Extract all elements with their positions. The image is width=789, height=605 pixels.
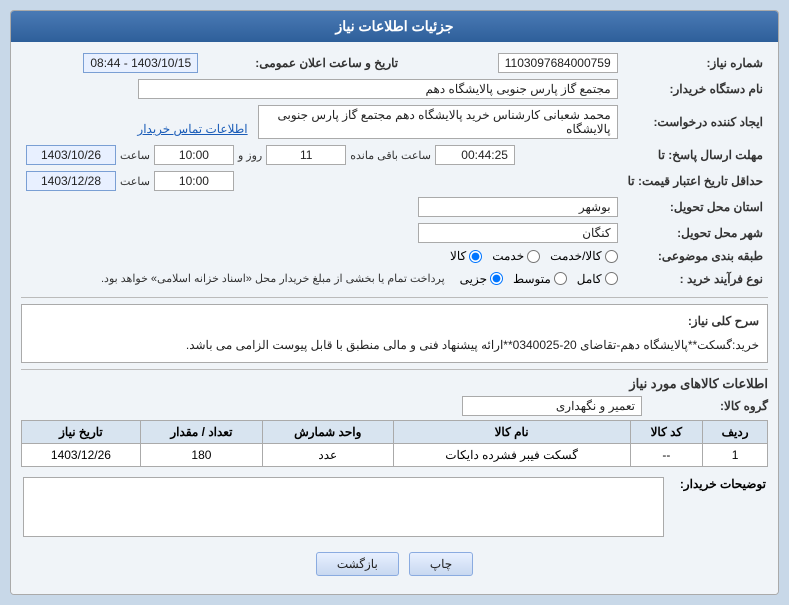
tabaqe-kala[interactable]: کالا bbox=[450, 249, 482, 263]
navoe-jozi[interactable]: جزیی bbox=[460, 272, 503, 286]
hadag-saat-value: 10:00 bbox=[154, 171, 234, 191]
tarikh-label: تاریخ و ساعت اعلان عمومی: bbox=[203, 50, 403, 76]
shomare-niaz-value: 1103097684000759 bbox=[498, 53, 618, 73]
sarj-title: سرح کلی نیاز: bbox=[30, 311, 759, 331]
row-tarikh: 1403/12/26 bbox=[22, 443, 141, 466]
tabaqe-group: کالا/خدمت خدمت کالا bbox=[26, 249, 618, 263]
roz-label: روز و bbox=[238, 149, 262, 162]
divider-1 bbox=[21, 297, 768, 298]
baqi-label: ساعت باقی مانده bbox=[350, 149, 431, 162]
shahr-label: شهر محل تحویل: bbox=[623, 220, 768, 246]
tozih-textarea[interactable] bbox=[23, 477, 664, 537]
tabaqe-khidmat[interactable]: خدمت bbox=[492, 249, 540, 263]
back-button[interactable]: بازگشت bbox=[316, 552, 399, 576]
tozih-section: توضیحات خریدار: bbox=[21, 475, 768, 542]
page-title: جزئیات اطلاعات نیاز bbox=[11, 11, 778, 42]
items-title: اطلاعات کالاهای مورد نیاز bbox=[21, 376, 768, 392]
col-tedaad: تعداد / مقدار bbox=[140, 420, 262, 443]
col-tarikh: تاریخ نیاز bbox=[22, 420, 141, 443]
shahr-value: کنگان bbox=[418, 223, 618, 243]
table-row: 1 -- گسکت فیبر فشرده دایکات عدد 180 1403… bbox=[22, 443, 768, 466]
radio-motevaset[interactable] bbox=[554, 272, 567, 285]
col-vahed: واحد شمارش bbox=[262, 420, 393, 443]
row-vahed: عدد bbox=[262, 443, 393, 466]
navoe-farayand-label: نوع فرآیند خرید : bbox=[623, 266, 768, 291]
row-tedaad: 180 bbox=[140, 443, 262, 466]
nam-dastgah-label: نام دستگاه خریدار: bbox=[623, 76, 768, 102]
col-radif: ردیف bbox=[703, 420, 768, 443]
hadag-tarikh-value: 1403/12/28 bbox=[26, 171, 116, 191]
items-table: ردیف کد کالا نام کالا واحد شمارش تعداد /… bbox=[21, 420, 768, 467]
tarikh-ersal-value: 1403/10/26 bbox=[26, 145, 116, 165]
radio-kamil[interactable] bbox=[605, 272, 618, 285]
col-kod: کد کالا bbox=[630, 420, 702, 443]
divider-2 bbox=[21, 369, 768, 370]
hadag-tarikh-label: حداقل تاریخ اعتبار قیمت: تا bbox=[623, 168, 768, 194]
tabaqe-kala-khidmat[interactable]: کالا/خدمت bbox=[550, 249, 617, 263]
ostan-value: بوشهر bbox=[418, 197, 618, 217]
row-nam: گسکت فیبر فشرده دایکات bbox=[393, 443, 630, 466]
ij-konande-value: محمد شعبانی کارشناس خرید پالایشگاه دهم م… bbox=[258, 105, 618, 139]
navoe-note: پرداخت تمام یا بخشی از مبلغ خریدار محل «… bbox=[96, 269, 450, 288]
col-nam: نام کالا bbox=[393, 420, 630, 443]
navoe-group: کامل متوسط جزیی bbox=[460, 272, 618, 286]
radio-kala[interactable] bbox=[469, 250, 482, 263]
tozih-label: توضیحات خریدار: bbox=[666, 477, 766, 540]
ij-konande-link[interactable]: اطلاعات تماس خریدار bbox=[137, 122, 247, 136]
radio-jozi[interactable] bbox=[490, 272, 503, 285]
hadag-saat-label: ساعت bbox=[120, 175, 150, 188]
row-radif: 1 bbox=[703, 443, 768, 466]
saat-ersal-label: ساعت bbox=[120, 149, 150, 162]
sarj-box: سرح کلی نیاز: خرید:گسکت**پالایشگاه دهم-ت… bbox=[21, 304, 768, 363]
ij-konande-label: ایجاد کننده درخواست: bbox=[623, 102, 768, 142]
navoe-kamil[interactable]: کامل bbox=[577, 272, 618, 286]
group-value: تعمیر و نگهداری bbox=[462, 396, 642, 416]
radio-khidmat[interactable] bbox=[527, 250, 540, 263]
sarj-text: خرید:گسکت**پالایشگاه دهم-تقاضای 20-03400… bbox=[30, 335, 759, 355]
mohlat-ersal-label: مهلت ارسال پاسخ: تا bbox=[623, 142, 768, 168]
nam-dastgah-value: مجتمع گاز پارس جنوبی پالایشگاه دهم bbox=[138, 79, 618, 99]
navoe-motevaset[interactable]: متوسط bbox=[513, 272, 567, 286]
tabaqe-label: طبقه بندی موضوعی: bbox=[623, 246, 768, 266]
button-row: چاپ بازگشت bbox=[21, 552, 768, 586]
print-button[interactable]: چاپ bbox=[409, 552, 473, 576]
content-area: شماره نیاز: 1103097684000759 تاریخ و ساع… bbox=[11, 42, 778, 594]
row-kod: -- bbox=[630, 443, 702, 466]
ostan-label: استان محل تحویل: bbox=[623, 194, 768, 220]
info-table: شماره نیاز: 1103097684000759 تاریخ و ساع… bbox=[21, 50, 768, 291]
items-section: اطلاعات کالاهای مورد نیاز گروه کالا: تعم… bbox=[21, 376, 768, 467]
saat-ersal-value: 10:00 bbox=[154, 145, 234, 165]
tarikh-value: 1403/10/15 - 08:44 bbox=[83, 53, 198, 73]
radio-kala-khidmat[interactable] bbox=[605, 250, 618, 263]
roz-value: 11 bbox=[266, 145, 346, 165]
baqi-value: 00:44:25 bbox=[435, 145, 515, 165]
group-label: گروه کالا: bbox=[648, 399, 768, 413]
shomare-niaz-label: شماره نیاز: bbox=[623, 50, 768, 76]
group-row: گروه کالا: تعمیر و نگهداری bbox=[21, 396, 768, 416]
main-container: جزئیات اطلاعات نیاز شماره نیاز: 11030976… bbox=[10, 10, 779, 595]
